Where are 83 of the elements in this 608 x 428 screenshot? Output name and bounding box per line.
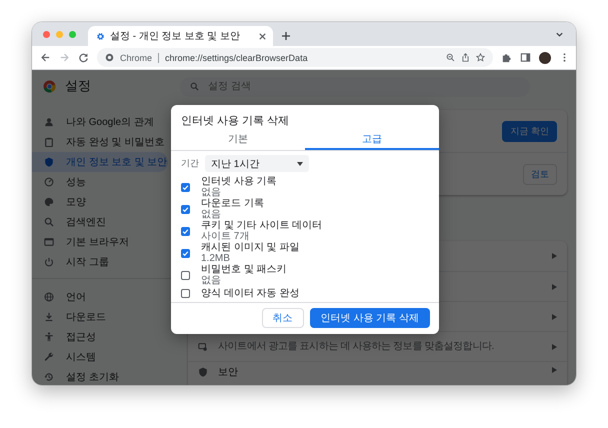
checkbox[interactable]	[181, 270, 190, 280]
new-tab-icon[interactable]	[281, 31, 291, 41]
option-label: 다운로드 기록	[201, 198, 264, 209]
sidebar-item[interactable]: 자동 완성 및 비밀번호	[32, 132, 168, 152]
option-detail: 1.2MB	[201, 253, 231, 264]
person-icon	[44, 117, 54, 127]
card-button[interactable]: 지금 확인	[502, 120, 557, 142]
star-icon[interactable]	[476, 53, 485, 62]
page-title: 설정	[65, 77, 91, 95]
power-icon	[44, 257, 54, 267]
sidebar-item[interactable]: 개인 정보 보호 및 보안	[32, 152, 168, 172]
chrome-logo-icon	[43, 80, 56, 92]
gauge-icon	[44, 177, 54, 187]
checkbox[interactable]	[181, 182, 190, 192]
sidebar-item[interactable]: 시작 그룹	[32, 252, 168, 272]
sidebar-item[interactable]: 시스템	[32, 347, 168, 367]
period-label: 기간	[181, 157, 199, 170]
option-detail: 없음	[201, 187, 222, 198]
dialog-title: 인터넷 사용 기록 삭제	[180, 114, 290, 129]
checkbox[interactable]	[181, 226, 190, 236]
option-label: 쿠키 및 기타 사이트 데이터	[201, 220, 322, 231]
checkbox[interactable]	[181, 288, 190, 298]
option-label: 인터넷 사용 기록	[201, 176, 277, 187]
chevron-down-icon[interactable]	[555, 30, 564, 39]
row-description: 사이트에서 광고를 표시하는 데 사용하는 정보를 맞춤설정합니다.	[218, 340, 495, 352]
reload-icon[interactable]	[78, 52, 89, 63]
avatar[interactable]	[539, 52, 551, 64]
sidebar-item[interactable]: 설정 초기화	[32, 367, 168, 385]
shield-icon	[198, 367, 208, 377]
puzzle-piece-icon[interactable]	[501, 52, 512, 63]
accessibility-icon	[44, 332, 54, 342]
option-detail: 없음	[201, 209, 222, 220]
window-icon	[44, 237, 54, 247]
option-label: 양식 데이터 자동 완성	[201, 288, 300, 298]
arrow-right-icon[interactable]	[552, 284, 557, 290]
sidebar-item[interactable]: 다운로드	[32, 307, 168, 327]
sidebar-item[interactable]: 나와 Google의 관계	[32, 112, 168, 132]
dialog-tab[interactable]: 고급	[305, 130, 439, 150]
url-text: chrome://settings/clearBrowserData	[165, 52, 309, 62]
site-label: Chrome	[120, 52, 152, 62]
address-bar[interactable]: Chrome chrome://settings/clearBrowserData	[97, 48, 493, 67]
share-icon[interactable]	[461, 53, 470, 62]
wrench-icon	[44, 352, 54, 362]
checkbox[interactable]	[181, 204, 190, 214]
checkbox[interactable]	[181, 248, 190, 258]
dialog-tab[interactable]: 기본	[171, 130, 305, 150]
option-detail: 없음	[201, 275, 222, 286]
arrow-right-icon[interactable]	[552, 344, 557, 350]
sidebar-item[interactable]: 기본 브라우저	[32, 232, 168, 252]
ad-settings-icon	[198, 342, 208, 352]
shield-icon	[44, 157, 54, 167]
card-button[interactable]: 검토	[523, 164, 557, 184]
period-dropdown[interactable]: 지난 1시간	[205, 155, 309, 172]
palette-icon	[44, 197, 54, 207]
search-icon	[190, 82, 199, 90]
cancel-button[interactable]: 취소	[262, 308, 304, 328]
arrow-right-icon[interactable]	[552, 314, 557, 320]
history-icon	[44, 372, 54, 382]
close-icon[interactable]	[258, 32, 267, 40]
clipboard-icon	[44, 137, 54, 147]
option-label: 비밀번호 및 패스키	[201, 264, 287, 275]
arrow-right-icon[interactable]	[552, 253, 557, 259]
delete-button[interactable]: 인터넷 사용 기록 삭제	[310, 308, 430, 328]
option-label: 캐시된 이미지 및 파일	[201, 242, 300, 253]
sidebar-item[interactable]: 검색엔진	[32, 212, 168, 232]
arrow-right-icon[interactable]	[552, 367, 557, 373]
option-detail: 사이트 7개	[201, 231, 250, 242]
download-icon	[44, 312, 54, 322]
sidebar-item[interactable]: 접근성	[32, 327, 168, 347]
search-icon	[44, 217, 54, 227]
row-title: 보안	[218, 367, 239, 379]
sidebar-item[interactable]: 성능	[32, 172, 168, 192]
globe-icon	[44, 292, 54, 302]
sidebar-item[interactable]: 모양	[32, 192, 168, 212]
sidebar-item[interactable]: 언어	[32, 287, 168, 307]
gear-icon	[96, 32, 105, 40]
tab-title: 설정 - 개인 정보 보호 및 보안	[110, 30, 241, 43]
caret-icon	[297, 162, 303, 166]
browser-tab[interactable]: 설정 - 개인 정보 보호 및 보안	[88, 26, 273, 46]
chrome-logo-icon	[105, 53, 114, 62]
side-panel-icon[interactable]	[520, 52, 531, 63]
back-arrow-icon[interactable]	[40, 52, 51, 63]
zoom-icon[interactable]	[446, 53, 455, 62]
